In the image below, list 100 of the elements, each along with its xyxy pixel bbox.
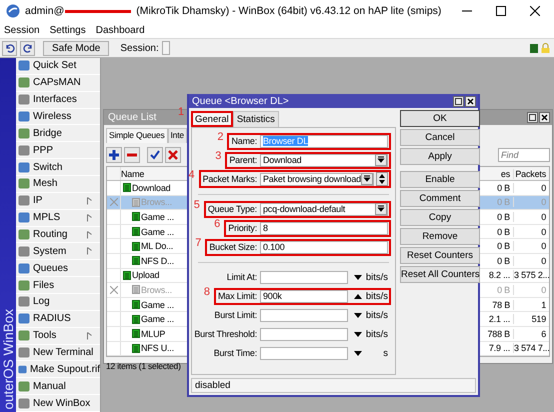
app-logo-icon <box>6 4 20 18</box>
sidebar-item[interactable]: Manual <box>16 378 100 396</box>
undo-button[interactable] <box>2 40 17 56</box>
sidebar-item[interactable]: System <box>16 243 100 260</box>
submenu-arrow-icon <box>87 230 92 239</box>
menu-item[interactable]: Session <box>4 24 40 36</box>
packets-cell-text: 0 <box>540 284 547 295</box>
disable-button[interactable] <box>165 146 181 162</box>
sidebar-item[interactable]: Interfaces <box>16 92 100 109</box>
item-icon <box>18 212 30 224</box>
input-field[interactable]: 8 <box>260 222 388 234</box>
field-label: Burst Time: <box>214 348 257 358</box>
input-field[interactable] <box>260 308 348 322</box>
find-field[interactable]: Find <box>498 148 550 162</box>
sidebar-item[interactable]: Tools <box>16 328 100 345</box>
packets-cell: 3 575 2... <box>514 270 549 280</box>
sidebar-label: Mesh <box>33 178 58 190</box>
sidebar-item[interactable]: Log <box>16 294 100 311</box>
tab[interactable]: Simple Queues <box>106 128 168 143</box>
column-header[interactable]: Packets <box>514 168 549 178</box>
packets-cell-text: 0 <box>540 212 547 222</box>
dialog-button[interactable]: Enable <box>400 171 480 188</box>
dialog-button[interactable]: OK <box>400 110 480 127</box>
item-icon <box>18 313 30 324</box>
safe-mode-button[interactable]: Safe Mode <box>43 40 110 56</box>
close-icon[interactable] <box>539 112 550 123</box>
sidebar-item[interactable]: New Terminal <box>16 344 100 362</box>
dropdown-field[interactable]: Paket browsing download <box>260 172 374 186</box>
input-field[interactable]: 900k <box>260 290 348 302</box>
redo-button[interactable] <box>20 40 35 56</box>
item-icon <box>18 60 30 72</box>
item-icon <box>18 94 30 106</box>
session-field[interactable] <box>162 41 170 55</box>
queue-icon <box>132 329 140 338</box>
down-arrow-icon[interactable] <box>354 312 362 318</box>
queue-icon <box>132 212 140 222</box>
dialog-button[interactable]: Cancel <box>400 129 480 146</box>
queue-name: Brows... <box>141 284 172 295</box>
maximize-icon[interactable] <box>527 112 538 123</box>
down-arrow-icon[interactable] <box>354 332 362 336</box>
up-arrow-icon[interactable] <box>354 294 362 298</box>
dialog-button[interactable]: Remove <box>400 228 480 245</box>
menu-item[interactable]: Dashboard <box>96 24 145 36</box>
check-icon <box>150 150 160 160</box>
sidebar-label: IP <box>33 195 42 206</box>
dialog-button[interactable]: Apply <box>400 148 480 165</box>
window-title: Queue <Browser DL> <box>192 96 289 106</box>
field-label: Limit At: <box>226 272 257 282</box>
dialog-button[interactable]: Reset Counters <box>400 247 480 264</box>
tab[interactable]: Statistics <box>232 111 279 127</box>
input-field[interactable] <box>260 346 348 360</box>
annotation-number: 7 <box>195 238 202 248</box>
plus-icon <box>109 150 119 160</box>
sidebar-item[interactable]: Make Supout.rif <box>16 361 100 378</box>
queue-icon <box>132 300 140 310</box>
remove-button[interactable] <box>124 146 140 162</box>
item-icon <box>18 262 30 274</box>
dialog-button[interactable]: Reset All Counters <box>400 266 480 283</box>
tab[interactable]: Inte <box>168 128 187 143</box>
input-field[interactable] <box>260 270 348 284</box>
dialog-button[interactable]: Copy <box>400 209 480 226</box>
sidebar-item[interactable]: IP <box>16 192 100 210</box>
sidebar-item[interactable]: Wireless <box>16 108 100 126</box>
packets-cell-text: 6 <box>540 328 547 339</box>
menu-item[interactable]: Settings <box>50 24 86 36</box>
dropdown-field[interactable]: Download <box>260 154 388 166</box>
add-button[interactable] <box>106 146 122 162</box>
sidebar-item[interactable]: Routing <box>16 226 100 244</box>
down-arrow-icon[interactable] <box>354 274 362 280</box>
close-icon[interactable] <box>465 96 476 106</box>
maximize-icon[interactable] <box>496 6 506 16</box>
input-field[interactable]: 0.100 <box>260 240 388 254</box>
sidebar-item[interactable]: CAPsMAN <box>16 74 100 92</box>
sidebar-item[interactable]: PPP <box>16 142 100 160</box>
sidebar-item[interactable]: Switch <box>16 159 100 176</box>
sidebar-item[interactable]: Mesh <box>16 176 100 193</box>
sidebar-item[interactable]: New WinBox <box>16 395 100 412</box>
dropdown-field[interactable]: pcq-download-default <box>260 202 388 216</box>
queue-icon <box>132 285 140 294</box>
dialog-button[interactable]: Comment <box>400 190 480 207</box>
down-arrow-icon[interactable] <box>354 350 362 356</box>
item-icon <box>18 178 30 190</box>
packets-cell-text: 0 <box>540 256 547 266</box>
maximize-icon[interactable] <box>453 96 464 106</box>
sidebar-item[interactable]: Files <box>16 277 100 294</box>
sidebar-item[interactable]: MPLS <box>16 210 100 227</box>
window-title: Queue List <box>108 112 156 123</box>
input-field[interactable] <box>260 328 348 340</box>
sidebar-item[interactable]: Bridge <box>16 125 100 142</box>
column-header[interactable]: Name <box>121 168 187 178</box>
up-down-icon[interactable] <box>376 172 388 186</box>
sidebar-item[interactable]: RADIUS <box>16 310 100 328</box>
packets-cell-text: 0 <box>540 241 547 252</box>
packets-cell-text: 0 <box>540 226 547 237</box>
tab[interactable]: General <box>191 111 233 127</box>
sidebar-item[interactable]: Quick Set <box>16 58 100 75</box>
enable-button[interactable] <box>147 146 163 162</box>
sidebar-item[interactable]: Queues <box>16 260 100 278</box>
close-icon[interactable] <box>530 6 540 16</box>
sidebar-label: Files <box>33 280 54 291</box>
